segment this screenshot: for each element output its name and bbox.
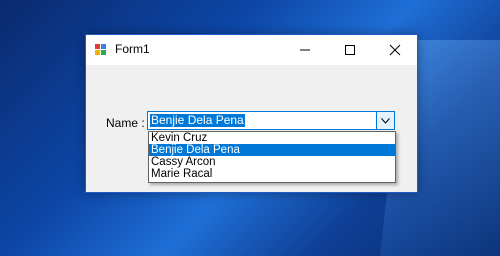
minimize-icon xyxy=(299,49,310,51)
list-item[interactable]: Marie Racal xyxy=(149,168,395,180)
list-item[interactable]: Cassy Arcon xyxy=(149,156,395,168)
maximize-button[interactable] xyxy=(327,35,372,65)
combobox-dropdown-button[interactable] xyxy=(376,112,394,129)
minimize-button[interactable] xyxy=(282,35,327,65)
close-icon xyxy=(389,44,400,56)
close-button[interactable] xyxy=(372,35,417,65)
chevron-down-icon xyxy=(381,117,390,124)
name-label: Name : xyxy=(106,116,145,130)
list-item[interactable]: Kevin Cruz xyxy=(149,132,395,144)
list-item-selected[interactable]: Benjie Dela Pena xyxy=(149,144,395,156)
maximize-icon xyxy=(344,45,355,55)
window-title: Form1 xyxy=(115,42,150,56)
name-combobox[interactable]: Benjie Dela Pena xyxy=(147,111,395,130)
app-icon xyxy=(95,44,107,56)
combobox-dropdown-list: Kevin Cruz Benjie Dela Pena Cassy Arcon … xyxy=(148,131,396,183)
title-bar[interactable]: Form1 xyxy=(86,35,417,65)
combobox-selected-text[interactable]: Benjie Dela Pena xyxy=(150,114,245,127)
